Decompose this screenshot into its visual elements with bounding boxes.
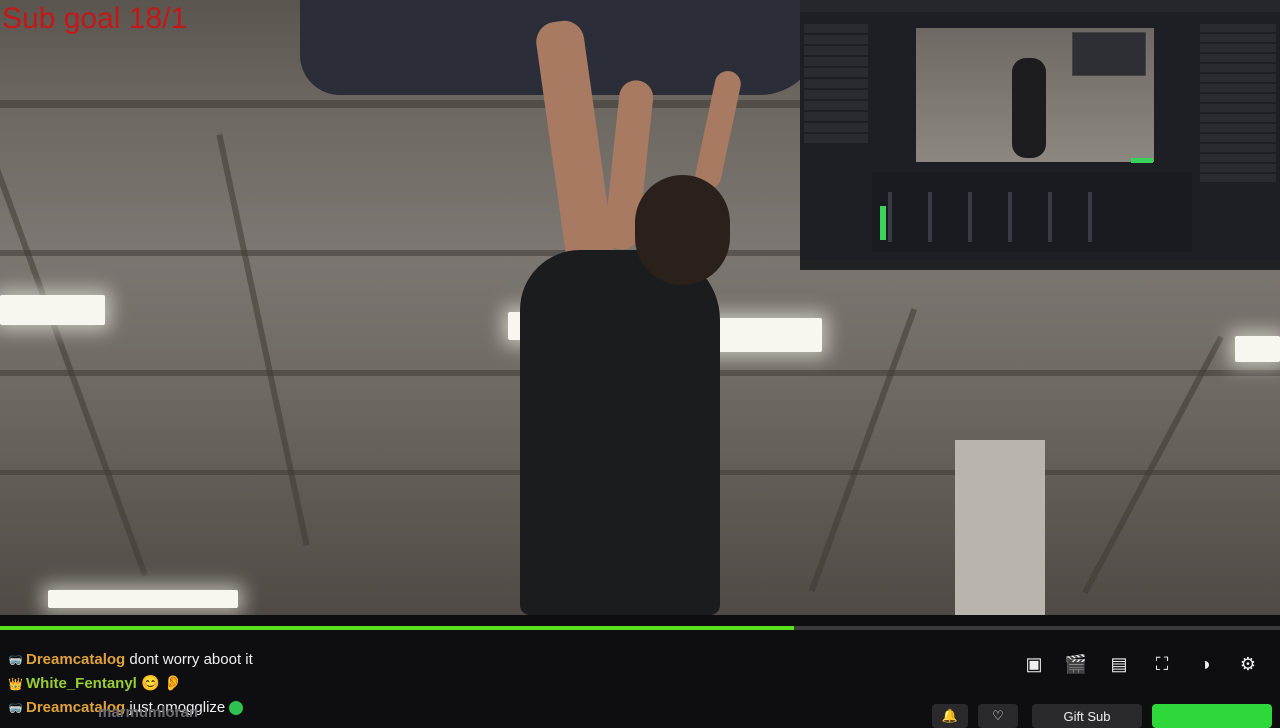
obs-level-meter <box>880 206 886 240</box>
chat-emote: 😊 👂 <box>141 675 183 692</box>
fullscreen-icon[interactable]: ⛶ <box>1151 653 1173 675</box>
clip-icon[interactable]: 🎬 <box>1065 653 1087 675</box>
obs-fader <box>888 192 892 242</box>
chat-text: dont worry aboot it <box>129 651 253 668</box>
obs-taskbar <box>800 260 1280 270</box>
subscribe-button[interactable] <box>1152 704 1272 728</box>
obs-preview-person <box>1012 58 1046 158</box>
pillar <box>955 440 1045 615</box>
settings-icon[interactable]: ⚙ <box>1237 653 1259 675</box>
heart-icon[interactable]: ♡ <box>978 704 1018 728</box>
ceiling-light <box>48 590 238 608</box>
chat-badge: 🥽 <box>8 653 23 667</box>
verified-icon <box>229 701 244 716</box>
channel-name[interactable]: marmumloran <box>98 704 198 721</box>
chat-badge: 🥽 <box>8 701 23 715</box>
chat-username[interactable]: Dreamcatalog <box>26 651 125 668</box>
ceiling-light <box>0 295 105 325</box>
obs-fader <box>928 192 932 242</box>
obs-controls-panel <box>1200 22 1276 242</box>
person-torso <box>520 250 720 615</box>
theatre-mode-icon[interactable]: ▣ <box>1023 653 1045 675</box>
obs-fader <box>1008 192 1012 242</box>
truss-diagonal <box>808 308 918 592</box>
gift-sub-button[interactable]: Gift Sub <box>1032 704 1142 728</box>
truss-diagonal <box>0 123 148 577</box>
obs-live-indicator <box>1131 158 1153 163</box>
ceiling-light <box>1235 336 1280 362</box>
obs-fader <box>968 192 972 242</box>
chat-badge: 👑 <box>8 677 23 691</box>
obs-nested-preview <box>1072 32 1146 76</box>
sub-goal-overlay: Sub goal 18/1 <box>2 2 188 35</box>
quality-icon[interactable]: ◑ <box>1194 653 1216 675</box>
obs-fader <box>1088 192 1092 242</box>
person-head <box>635 175 730 285</box>
notification-bell-icon[interactable]: 🔔 <box>932 704 968 728</box>
chat-username[interactable]: White_Fentanyl <box>26 675 137 692</box>
truss-diagonal <box>216 133 310 547</box>
chat-message: 👑 White_Fentanyl 😊 👂 <box>8 675 183 693</box>
obs-scenes-list <box>804 22 868 162</box>
obs-screen-capture <box>800 0 1280 270</box>
obs-audio-mixer <box>872 172 1192 252</box>
mini-player-icon[interactable]: ▤ <box>1108 653 1130 675</box>
obs-fader <box>1048 192 1052 242</box>
chat-message: 🥽 Dreamcatalog dont worry aboot it <box>8 651 253 669</box>
obs-titlebar <box>800 0 1280 12</box>
obs-preview <box>916 28 1154 162</box>
